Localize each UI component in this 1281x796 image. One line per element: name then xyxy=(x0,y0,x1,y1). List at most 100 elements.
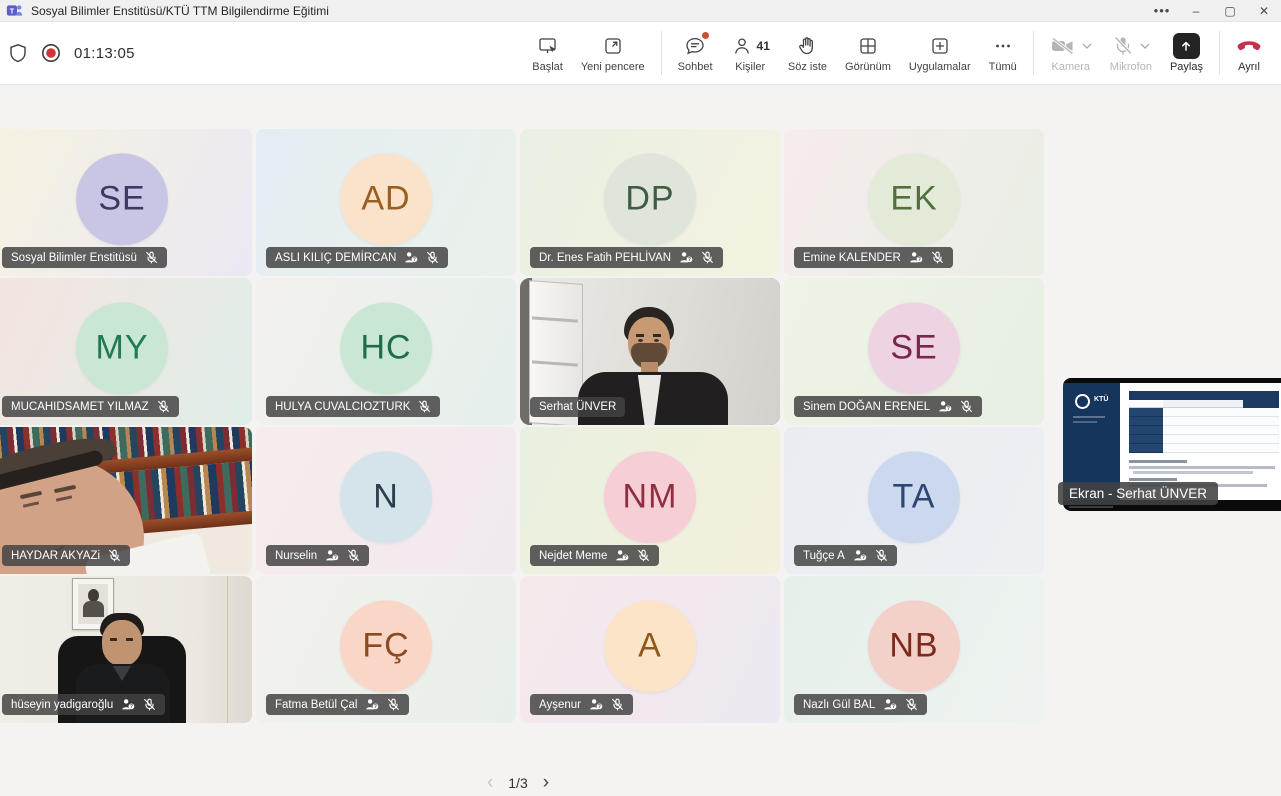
svg-text:?: ? xyxy=(688,257,691,263)
participant-tile[interactable]: TA Tuğçe A ? xyxy=(784,427,1044,574)
leave-button[interactable]: Ayrıl xyxy=(1227,30,1271,77)
participant-nametag: Nejdet Meme ? xyxy=(530,545,659,566)
participant-tile[interactable]: MY MUCAHIDSAMET YILMAZ xyxy=(0,278,252,425)
avatar: SE xyxy=(868,302,960,394)
avatar: NB xyxy=(868,600,960,692)
avatar: N xyxy=(340,451,432,543)
mic-off-icon xyxy=(637,549,650,562)
participant-tile[interactable]: EK Emine KALENDER ? xyxy=(784,129,1044,276)
avatar-initials: HC xyxy=(360,328,411,367)
camera-off-icon xyxy=(1050,35,1076,57)
participant-name: hüseyin yadigaroğlu xyxy=(11,699,113,711)
avatar: TA xyxy=(868,451,960,543)
previous-page-button[interactable]: ‹ xyxy=(487,773,493,792)
camera-button[interactable]: Kamera xyxy=(1041,30,1101,77)
avatar: MY xyxy=(76,302,168,394)
raise-hand-button[interactable]: Söz iste xyxy=(779,30,836,77)
chat-button[interactable]: Sohbet xyxy=(669,30,722,77)
participant-grid: SE Sosyal Bilimler Enstitüsü AD ASLI KIL… xyxy=(0,129,1044,723)
security-shield-icon[interactable] xyxy=(8,43,28,63)
participant-tile[interactable]: DP Dr. Enes Fatih PEHLİVAN ? xyxy=(520,129,780,276)
camera-chevron-icon[interactable] xyxy=(1082,43,1092,49)
start-screen-icon xyxy=(537,34,559,58)
participant-tile[interactable]: AD ASLI KILIÇ DEMİRCAN ? xyxy=(256,129,516,276)
svg-text:T: T xyxy=(10,6,15,15)
toolbar-separator xyxy=(1033,31,1034,75)
mic-off-icon xyxy=(426,251,439,264)
participant-nametag: Sosyal Bilimler Enstitüsü xyxy=(2,247,167,268)
mic-off-icon xyxy=(905,698,918,711)
participant-name: MUCAHIDSAMET YILMAZ xyxy=(11,401,149,413)
participant-nametag: HAYDAR AKYAZi xyxy=(2,545,130,566)
avatar: HC xyxy=(340,302,432,394)
avatar-initials: EK xyxy=(890,179,937,218)
participant-name: Serhat ÜNVER xyxy=(539,401,616,413)
new-window-button[interactable]: Yeni pencere xyxy=(572,30,654,77)
titlebar-more-button[interactable]: ••• xyxy=(1145,0,1179,21)
window-close-button[interactable]: ✕ xyxy=(1247,0,1281,21)
participant-tile[interactable]: N Nurselin ? xyxy=(256,427,516,574)
participant-tile[interactable]: A Ayşenur ? xyxy=(520,576,780,723)
guest-icon: ? xyxy=(589,698,603,711)
people-icon xyxy=(731,35,753,57)
participant-tile[interactable]: FÇ Fatma Betül Çal ? xyxy=(256,576,516,723)
participant-tile[interactable]: NB Nazlı Gül BAL ? xyxy=(784,576,1044,723)
participant-nametag: Tuğçe A ? xyxy=(794,545,897,566)
window-minimize-button[interactable]: – xyxy=(1179,0,1213,21)
participant-tile[interactable]: SE Sosyal Bilimler Enstitüsü xyxy=(0,129,252,276)
participant-name: Nejdet Meme xyxy=(539,550,607,562)
window-maximize-button[interactable]: ▢ xyxy=(1213,0,1247,21)
teams-logo-icon: T xyxy=(6,2,23,19)
ktu-logo-icon xyxy=(1075,394,1090,409)
participant-tile[interactable]: HC HULYA CUVALCIOZTURK xyxy=(256,278,516,425)
screen-share-tile[interactable]: KTÜ xyxy=(1063,378,1281,511)
view-button[interactable]: Görünüm xyxy=(836,30,900,77)
avatar: EK xyxy=(868,153,960,245)
participant-tile[interactable]: NM Nejdet Meme ? xyxy=(520,427,780,574)
mic-off-icon xyxy=(108,549,121,562)
microphone-button[interactable]: Mikrofon xyxy=(1101,30,1161,77)
participant-nametag: HULYA CUVALCIOZTURK xyxy=(266,396,440,417)
participant-tile[interactable]: HAYDAR AKYAZi xyxy=(0,427,252,574)
teams-meeting-window: T Sosyal Bilimler Enstitüsü/KTÜ TTM Bilg… xyxy=(0,0,1281,796)
participant-name: ASLI KILIÇ DEMİRCAN xyxy=(275,252,396,264)
participant-name: Emine KALENDER xyxy=(803,252,901,264)
participant-name: Sosyal Bilimler Enstitüsü xyxy=(11,252,137,264)
guest-icon: ? xyxy=(679,251,693,264)
people-button[interactable]: 41 Kişiler xyxy=(722,30,779,77)
apps-button[interactable]: Uygulamalar xyxy=(900,30,980,77)
avatar-initials: DP xyxy=(625,179,674,218)
participant-name: HAYDAR AKYAZi xyxy=(11,550,100,562)
more-actions-button[interactable]: Tümü xyxy=(980,30,1026,77)
participant-name: Nurselin xyxy=(275,550,317,562)
mic-off-icon xyxy=(418,400,431,413)
participant-tile[interactable]: SE Sinem DOĞAN ERENEL ? xyxy=(784,278,1044,425)
hang-up-icon xyxy=(1236,34,1262,58)
participant-name: Fatma Betül Çal xyxy=(275,699,357,711)
avatar: DP xyxy=(604,153,696,245)
mic-off-icon xyxy=(931,251,944,264)
start-button[interactable]: Başlat xyxy=(523,30,572,77)
microphone-chevron-icon[interactable] xyxy=(1140,43,1150,49)
guest-icon: ? xyxy=(938,400,952,413)
mic-off-icon xyxy=(387,698,400,711)
share-button[interactable]: Paylaş xyxy=(1161,30,1212,77)
mic-off-icon xyxy=(143,698,156,711)
participant-nametag: Sinem DOĞAN ERENEL ? xyxy=(794,396,982,417)
page-indicator: 1/3 xyxy=(508,775,527,791)
raise-hand-icon xyxy=(796,34,818,58)
avatar-initials: AD xyxy=(361,179,410,218)
mic-off-icon xyxy=(611,698,624,711)
participant-nametag: Dr. Enes Fatih PEHLİVAN ? xyxy=(530,247,723,268)
participant-tile[interactable]: hüseyin yadigaroğlu ? xyxy=(0,576,252,723)
apps-plus-icon xyxy=(929,34,951,58)
participant-tile[interactable]: Serhat ÜNVER xyxy=(520,278,780,425)
next-page-button[interactable]: › xyxy=(543,773,549,792)
participant-name: Dr. Enes Fatih PEHLİVAN xyxy=(539,252,671,264)
mic-off-icon xyxy=(701,251,714,264)
svg-text:?: ? xyxy=(947,406,950,412)
svg-text:?: ? xyxy=(918,257,921,263)
svg-text:?: ? xyxy=(374,704,377,710)
participant-name: Ayşenur xyxy=(539,699,581,711)
gallery-pagination: ‹ 1/3 › xyxy=(487,773,549,792)
